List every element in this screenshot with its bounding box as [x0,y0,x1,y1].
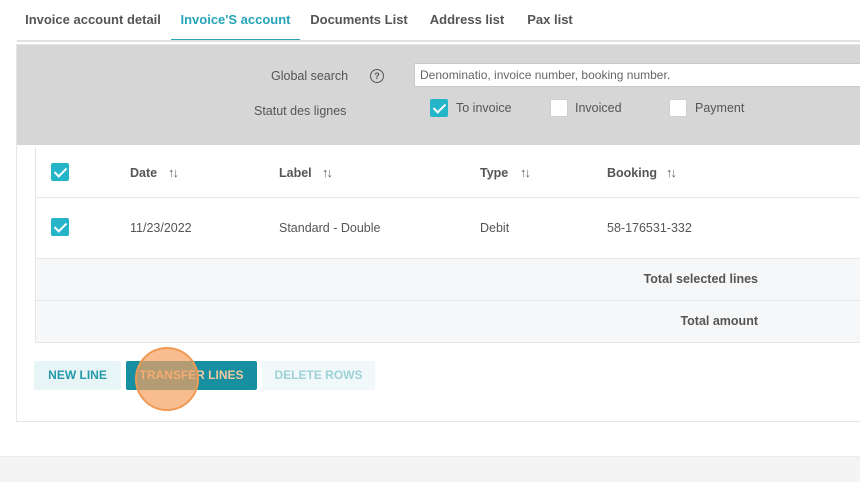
column-label[interactable]: Label [279,166,312,180]
tab-pax-list[interactable]: Pax list [521,0,579,40]
sort-booking-icon[interactable]: ↑↓ [666,165,677,180]
payment-checkbox[interactable] [669,99,687,117]
column-type[interactable]: Type [480,166,508,180]
footer-band [0,456,860,482]
column-date[interactable]: Date [130,166,157,180]
total-selected-row: Total selected lines [36,259,860,301]
invoice-lines-card: Global search ? Statut des lignes To inv… [16,44,860,422]
sort-type-icon[interactable]: ↑↓ [520,165,531,180]
filter-panel: Global search ? Statut des lignes To inv… [17,45,860,145]
invoiced-label: Invoiced [575,101,622,115]
row-booking: 58-176531-332 [607,221,692,235]
tab-address-list[interactable]: Address list [422,0,512,40]
to-invoice-checkbox[interactable] [430,99,448,117]
tab-invoice-account-detail[interactable]: Invoice account detail [20,0,166,40]
tab-bar: Invoice account detail Invoice'S account… [0,0,860,42]
global-search-label: Global search [271,69,349,83]
new-line-button[interactable]: NEW LINE [34,361,121,390]
table-row[interactable]: 11/23/2022 Standard - Double Debit 58-17… [36,198,860,259]
table-header: Date ↑↓ Label ↑↓ Type ↑↓ Booking ↑↓ [36,147,860,198]
statut-des-lignes-label: Statut des lignes [254,104,347,118]
row-date: 11/23/2022 [130,221,192,235]
column-booking[interactable]: Booking [607,166,657,180]
transfer-lines-button[interactable]: TRANSFER LINES [126,361,257,390]
tab-invoices-account[interactable]: Invoice'S account [171,0,300,41]
help-icon[interactable]: ? [370,69,384,83]
invoiced-checkbox[interactable] [550,99,568,117]
row-type: Debit [480,221,510,235]
row-label: Standard - Double [279,221,381,235]
to-invoice-label: To invoice [456,101,512,115]
sort-date-icon[interactable]: ↑↓ [168,165,179,180]
total-amount-row: Total amount [36,301,860,343]
delete-rows-button[interactable]: DELETE ROWS [262,361,375,390]
total-selected-lines-label: Total selected lines [643,272,758,286]
select-all-checkbox[interactable] [51,163,69,181]
sort-label-icon[interactable]: ↑↓ [322,165,333,180]
total-amount-label: Total amount [680,314,758,328]
invoice-lines-table: Date ↑↓ Label ↑↓ Type ↑↓ Booking ↑↓ 11/2… [35,147,860,343]
global-search-input[interactable] [414,63,860,87]
payment-label: Payment [695,101,745,115]
tab-documents-list[interactable]: Documents List [305,0,413,40]
row-checkbox[interactable] [51,218,69,236]
tabs-divider [17,40,860,42]
